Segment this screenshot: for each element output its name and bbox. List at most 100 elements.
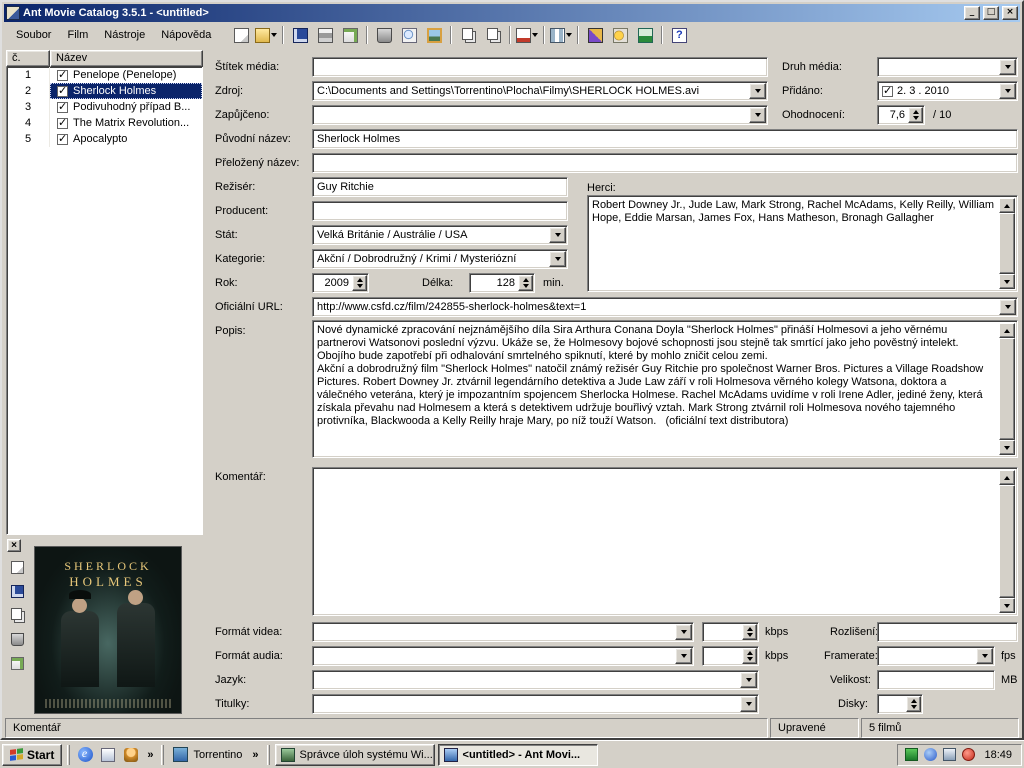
search-button[interactable] <box>397 24 421 46</box>
chevron-down-icon[interactable] <box>675 648 692 664</box>
chevron-down-icon[interactable] <box>749 83 766 99</box>
scrollbar[interactable] <box>999 323 1015 455</box>
chevron-down-icon[interactable] <box>749 107 766 123</box>
actors-textarea[interactable]: Robert Downey Jr., Jude Law, Mark Strong… <box>587 195 1018 292</box>
chevron-down-icon[interactable] <box>549 227 566 243</box>
movie-row[interactable]: 3 Podivuhodný případ B... <box>7 99 202 115</box>
export-button[interactable] <box>338 24 362 46</box>
framerate-combo[interactable] <box>877 646 995 666</box>
language-combo[interactable] <box>312 670 759 690</box>
audio-bitrate-field[interactable] <box>702 646 759 666</box>
year-field[interactable]: 2009 <box>312 273 369 293</box>
checkbox[interactable] <box>57 118 68 129</box>
checkbox[interactable] <box>57 102 68 113</box>
category-combo[interactable]: Akční / Dobrodružný / Krimi / Mysteriózn… <box>312 249 568 269</box>
quicklaunch-ie-button[interactable] <box>75 745 95 765</box>
audio-format-combo[interactable] <box>312 646 694 666</box>
chevron-down-icon[interactable] <box>549 251 566 267</box>
scroll-thumb[interactable] <box>999 213 1015 274</box>
director-input[interactable]: Guy Ritchie <box>312 177 568 197</box>
delete-picture-button[interactable] <box>8 630 26 648</box>
titlebar[interactable]: Ant Movie Catalog 3.5.1 - <untitled> _ □… <box>4 4 1020 22</box>
quicklaunch-overflow-chevron[interactable]: » <box>144 749 156 761</box>
disks-field[interactable] <box>877 694 923 714</box>
fields-button[interactable] <box>549 24 573 46</box>
menu-film[interactable]: Film <box>59 26 96 44</box>
scrollbar[interactable] <box>999 198 1015 289</box>
picture-button[interactable] <box>422 24 446 46</box>
open-file-button[interactable] <box>254 24 278 46</box>
save-button[interactable] <box>288 24 312 46</box>
media-type-combo[interactable] <box>877 57 1018 77</box>
spinner-icon[interactable] <box>742 648 757 664</box>
toolbar-grip[interactable] <box>161 745 164 765</box>
close-button[interactable]: × <box>1002 6 1018 20</box>
chevron-down-icon[interactable] <box>976 648 993 664</box>
column-header-number[interactable]: č. <box>6 50 50 67</box>
taskbar-button-task-manager[interactable]: Správce úloh systému Wi... <box>275 744 435 766</box>
scroll-thumb[interactable] <box>999 485 1015 598</box>
resolution-input[interactable] <box>877 622 1018 642</box>
chevron-down-icon[interactable] <box>999 59 1016 75</box>
paste-button[interactable] <box>481 24 505 46</box>
chevron-down-icon[interactable] <box>740 696 757 712</box>
scroll-up-icon[interactable] <box>999 470 1015 485</box>
length-field[interactable]: 128 <box>469 273 535 293</box>
tray-update-icon[interactable] <box>924 748 937 761</box>
minimize-button[interactable]: _ <box>964 6 980 20</box>
export-picture-button[interactable] <box>8 654 26 672</box>
borrowed-combo[interactable] <box>312 105 768 125</box>
delete-record-button[interactable] <box>372 24 396 46</box>
video-bitrate-field[interactable] <box>702 622 759 642</box>
comments-textarea[interactable] <box>312 467 1018 616</box>
movie-row[interactable]: 5 Apocalypto <box>7 131 202 147</box>
date-added-combo[interactable]: 2. 3 . 2010 <box>877 81 1018 101</box>
checkbox[interactable] <box>57 70 68 81</box>
movies-button[interactable] <box>583 24 607 46</box>
chevron-down-icon[interactable] <box>999 299 1016 315</box>
spinner-icon[interactable] <box>518 275 533 291</box>
tray-network-icon[interactable] <box>943 748 956 761</box>
scroll-thumb[interactable] <box>999 338 1015 440</box>
spinner-icon[interactable] <box>352 275 367 291</box>
spinner-icon[interactable] <box>742 624 757 640</box>
movie-poster[interactable]: SHERLOCK HOLMES <box>34 546 182 714</box>
sounds-button[interactable] <box>608 24 632 46</box>
menu-soubor[interactable]: Soubor <box>8 26 59 44</box>
subtitles-combo[interactable] <box>312 694 759 714</box>
translated-title-input[interactable] <box>312 153 1018 173</box>
chevron-down-icon[interactable] <box>740 672 757 688</box>
description-textarea[interactable]: Nové dynamické zpracování nejznámějšího … <box>312 320 1018 458</box>
quicklaunch-mail-button[interactable] <box>98 745 118 765</box>
copy-button[interactable] <box>456 24 480 46</box>
scroll-down-icon[interactable] <box>999 274 1015 289</box>
load-picture-button[interactable] <box>8 558 26 576</box>
scrollbar[interactable] <box>999 470 1015 613</box>
copy-picture-button[interactable] <box>8 606 26 624</box>
source-combo[interactable]: C:\Documents and Settings\Torrentino\Plo… <box>312 81 768 101</box>
country-combo[interactable]: Velká Británie / Austrálie / USA <box>312 225 568 245</box>
quicklaunch-messenger-button[interactable] <box>121 745 141 765</box>
scroll-up-icon[interactable] <box>999 198 1015 213</box>
spinner-icon[interactable] <box>908 107 923 123</box>
rating-field[interactable]: 7,6 <box>877 105 925 125</box>
help-button[interactable] <box>667 24 691 46</box>
spinner-icon[interactable] <box>906 696 921 712</box>
save-picture-button[interactable] <box>8 582 26 600</box>
media-label-input[interactable] <box>312 57 768 77</box>
checkbox[interactable] <box>57 86 68 97</box>
import-button[interactable] <box>515 24 539 46</box>
menu-nastroje[interactable]: Nástroje <box>96 26 153 44</box>
start-button[interactable]: Start <box>2 744 62 766</box>
close-picture-button[interactable]: × <box>7 539 21 552</box>
movie-row[interactable]: 4 The Matrix Revolution... <box>7 115 202 131</box>
print-button[interactable] <box>313 24 337 46</box>
toolbar-grip[interactable] <box>267 745 270 765</box>
video-format-combo[interactable] <box>312 622 694 642</box>
movie-row[interactable]: 1 Penelope (Penelope) <box>7 67 202 83</box>
scroll-down-icon[interactable] <box>999 598 1015 613</box>
size-input[interactable] <box>877 670 995 690</box>
url-combo[interactable]: http://www.csfd.cz/film/242855-sherlock-… <box>312 297 1018 317</box>
scroll-up-icon[interactable] <box>999 323 1015 338</box>
taskbar-button-ant-movie-catalog[interactable]: <untitled> - Ant Movi... <box>438 744 598 766</box>
